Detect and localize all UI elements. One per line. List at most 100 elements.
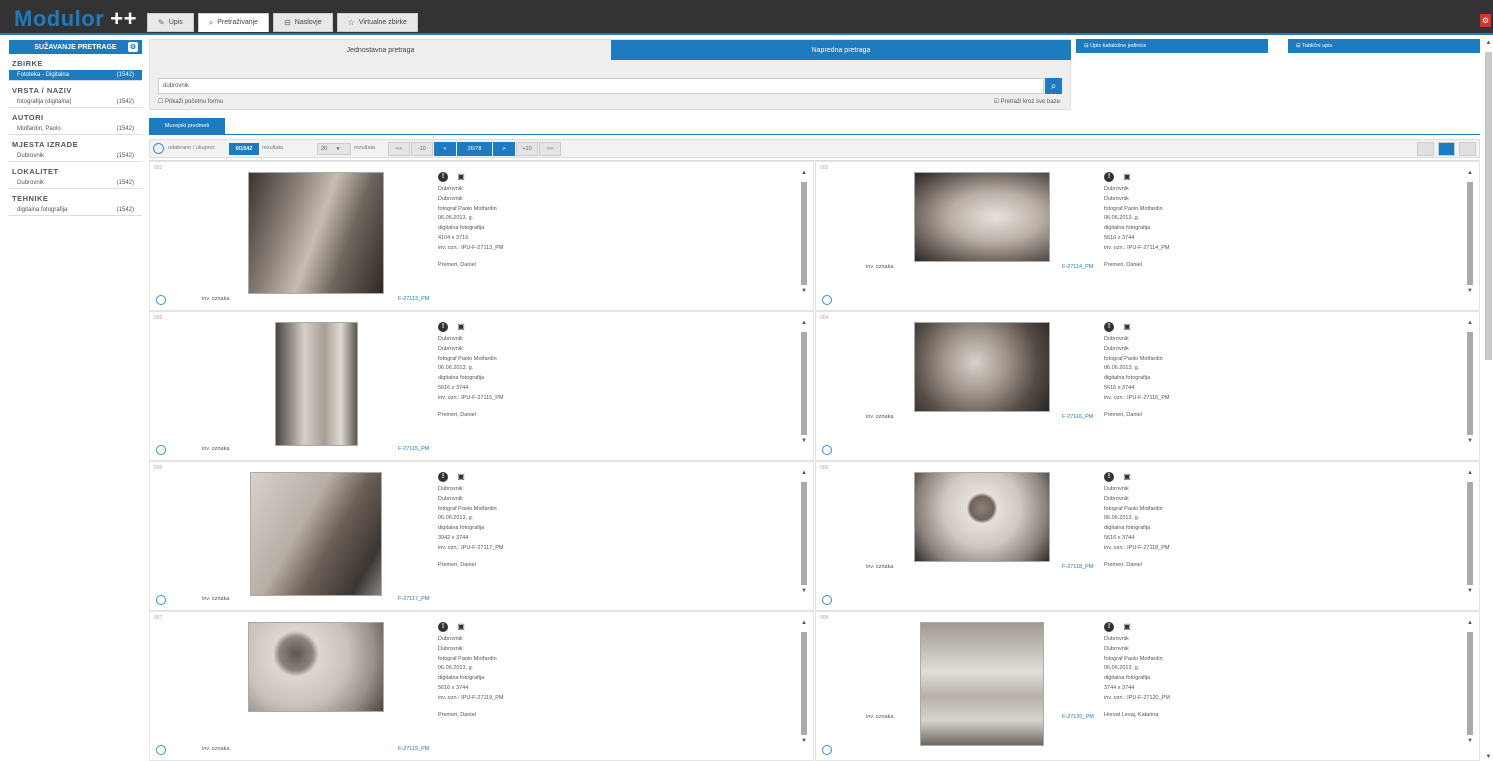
- card-scrollbar[interactable]: ▲ ▼: [799, 620, 809, 748]
- scroll-up-arrow[interactable]: ▲: [1484, 40, 1493, 46]
- image-icon[interactable]: ▣: [456, 622, 466, 632]
- scroll-up-arrow[interactable]: ▲: [1465, 620, 1475, 630]
- artwork-thumbnail[interactable]: [248, 172, 384, 294]
- card-scrollbar[interactable]: ▲ ▼: [1465, 170, 1475, 298]
- scrollbar-thumb[interactable]: [1467, 332, 1473, 435]
- tab-virtualne-zbirke[interactable]: ☆ Virtualne zbirke: [336, 13, 418, 32]
- scroll-down-arrow[interactable]: ▼: [799, 288, 809, 298]
- artwork-thumbnail[interactable]: [914, 472, 1050, 562]
- card-scrollbar[interactable]: ▲ ▼: [799, 470, 809, 598]
- card-scrollbar[interactable]: ▲ ▼: [799, 170, 809, 298]
- select-radio[interactable]: [156, 445, 166, 455]
- info-icon[interactable]: !: [438, 172, 448, 182]
- artwork-thumbnail[interactable]: [275, 322, 358, 446]
- search-input[interactable]: dubrovnik: [158, 78, 1044, 94]
- result-card[interactable]: 008 ! ▣ Dubrovnik Dubrovnik fotograf Paolo …: [815, 611, 1480, 761]
- info-icon[interactable]: !: [438, 322, 448, 332]
- show-form-checkbox[interactable]: ☐ Prikaži početnu formu: [158, 98, 223, 105]
- scroll-up-arrow[interactable]: ▲: [799, 620, 809, 630]
- tab-advanced-search[interactable]: Napredna pretraga: [611, 40, 1071, 60]
- result-card[interactable]: 003 ! ▣ Dubrovnik Dubrovnik fotograf Paolo …: [149, 311, 814, 461]
- select-radio[interactable]: [822, 745, 832, 755]
- filter-item[interactable]: Dubrovnik (1542): [9, 178, 142, 189]
- result-card[interactable]: 001 ! ▣ Dubrovnik Dubrovnik fotograf Paolo …: [149, 161, 814, 311]
- filter-item[interactable]: Dubrovnik (1542): [9, 151, 142, 162]
- scroll-down-arrow[interactable]: ▼: [1465, 588, 1475, 598]
- tab-upis[interactable]: ✎ Upis: [147, 13, 194, 32]
- scrollbar-thumb[interactable]: [801, 632, 807, 735]
- scrollbar-thumb[interactable]: [1467, 632, 1473, 735]
- per-page-select[interactable]: 20 ▾: [317, 143, 351, 155]
- catalog-entry-button[interactable]: ⊟ Upis katalošne jedinice: [1076, 39, 1268, 53]
- image-icon[interactable]: ▣: [1122, 172, 1132, 182]
- inv-number-link[interactable]: F-27117_PM: [398, 596, 429, 602]
- select-radio[interactable]: [822, 295, 832, 305]
- filter-item[interactable]: Motfardin, Paolo (1542): [9, 124, 142, 135]
- inv-number-link[interactable]: F-27120_PM: [1062, 714, 1094, 720]
- list-view-icon[interactable]: [1417, 142, 1434, 156]
- image-icon[interactable]: ▣: [1122, 472, 1132, 482]
- scroll-up-arrow[interactable]: ▲: [799, 470, 809, 480]
- result-card[interactable]: 005 ! ▣ Dubrovnik Dubrovnik fotograf Paolo …: [149, 461, 814, 611]
- filter-item[interactable]: digitalna fotografija (1542): [9, 205, 142, 216]
- image-icon[interactable]: ▣: [1122, 322, 1132, 332]
- inv-number-link[interactable]: F-27119_PM: [398, 746, 429, 752]
- select-radio[interactable]: [156, 745, 166, 755]
- image-icon[interactable]: ▣: [456, 172, 466, 182]
- artwork-thumbnail[interactable]: [914, 322, 1050, 412]
- scroll-up-arrow[interactable]: ▲: [1465, 170, 1475, 180]
- result-card[interactable]: 002 ! ▣ Dubrovnik Dubrovnik fotograf Paolo …: [815, 161, 1480, 311]
- result-card[interactable]: 007 ! ▣ Dubrovnik Dubrovnik fotograf Paolo …: [149, 611, 814, 761]
- info-icon[interactable]: !: [1104, 322, 1114, 332]
- result-card[interactable]: 006 ! ▣ Dubrovnik Dubrovnik fotograf Paolo …: [815, 461, 1480, 611]
- sidebar-settings-icon[interactable]: ⚙: [128, 42, 138, 52]
- select-radio[interactable]: [156, 295, 166, 305]
- image-icon[interactable]: ▣: [1122, 622, 1132, 632]
- select-all-radio[interactable]: [153, 143, 164, 154]
- scroll-up-arrow[interactable]: ▲: [1465, 470, 1475, 480]
- page-scrollbar[interactable]: ▲ ▼: [1484, 40, 1493, 760]
- artwork-thumbnail[interactable]: [914, 172, 1050, 262]
- card-scrollbar[interactable]: ▲ ▼: [1465, 320, 1475, 448]
- scrollbar-thumb[interactable]: [801, 482, 807, 585]
- artwork-thumbnail[interactable]: [250, 472, 382, 596]
- scroll-down-arrow[interactable]: ▼: [1465, 288, 1475, 298]
- scrollbar-thumb[interactable]: [1467, 482, 1473, 585]
- scrollbar-thumb[interactable]: [801, 182, 807, 285]
- filter-item[interactable]: Fototeka - Digitalna (1542): [9, 70, 142, 81]
- info-icon[interactable]: !: [438, 622, 448, 632]
- scroll-down-arrow[interactable]: ▼: [1465, 438, 1475, 448]
- grid-view-icon[interactable]: [1438, 142, 1455, 156]
- scrollbar-thumb[interactable]: [801, 332, 807, 435]
- select-radio[interactable]: [822, 595, 832, 605]
- scroll-down-arrow[interactable]: ▼: [1465, 738, 1475, 748]
- scroll-down-arrow[interactable]: ▼: [799, 738, 809, 748]
- inv-number-link[interactable]: F-27113_PM: [398, 296, 429, 302]
- result-card[interactable]: 004 ! ▣ Dubrovnik Dubrovnik fotograf Paolo …: [815, 311, 1480, 461]
- scroll-down-arrow[interactable]: ▼: [799, 438, 809, 448]
- last-page-button[interactable]: >>: [539, 142, 561, 156]
- scroll-down-arrow[interactable]: ▼: [799, 588, 809, 598]
- info-icon[interactable]: !: [1104, 622, 1114, 632]
- minus10-button[interactable]: -10: [411, 142, 433, 156]
- search-all-checkbox[interactable]: ☑ Pretraži kroz sve baze: [994, 98, 1060, 105]
- artwork-thumbnail[interactable]: [248, 622, 384, 712]
- scrollbar-thumb[interactable]: [1485, 52, 1492, 360]
- info-icon[interactable]: !: [438, 472, 448, 482]
- scroll-up-arrow[interactable]: ▲: [799, 170, 809, 180]
- scroll-up-arrow[interactable]: ▲: [1465, 320, 1475, 330]
- first-page-button[interactable]: <<: [388, 142, 410, 156]
- image-icon[interactable]: ▣: [456, 472, 466, 482]
- card-scrollbar[interactable]: ▲ ▼: [1465, 470, 1475, 598]
- inv-number-link[interactable]: F-27115_PM: [398, 446, 429, 452]
- filter-item[interactable]: fotografija (digitalna) (1542): [9, 97, 142, 108]
- inv-number-link[interactable]: F-27114_PM: [1062, 264, 1093, 270]
- card-scrollbar[interactable]: ▲ ▼: [799, 320, 809, 448]
- select-radio[interactable]: [156, 595, 166, 605]
- image-icon[interactable]: ▣: [456, 322, 466, 332]
- tab-pretrazivanje[interactable]: ⌕ Pretraživanje: [197, 13, 270, 32]
- next-page-button[interactable]: >: [493, 142, 515, 156]
- card-scrollbar[interactable]: ▲ ▼: [1465, 620, 1475, 748]
- scrollbar-thumb[interactable]: [1467, 182, 1473, 285]
- tab-naslovje[interactable]: ⊟ Naslovje: [273, 13, 333, 32]
